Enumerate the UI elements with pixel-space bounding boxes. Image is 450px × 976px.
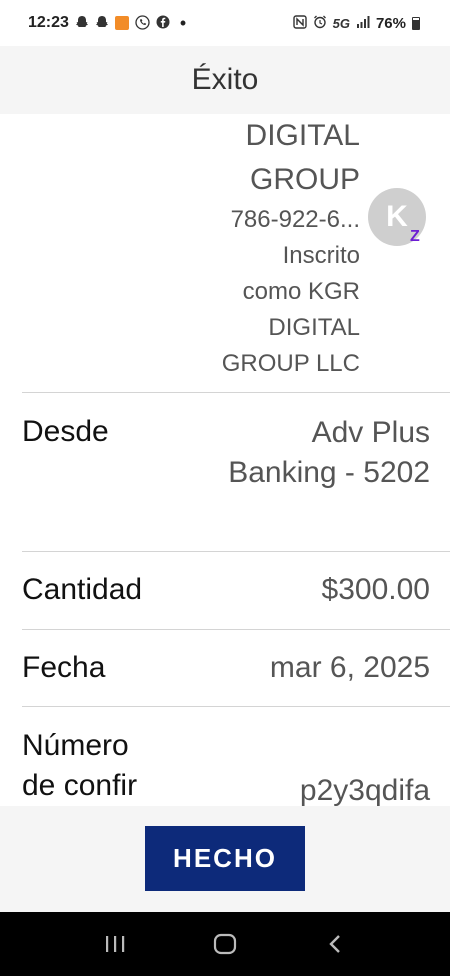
nfc-icon xyxy=(292,15,307,31)
payee-name-line: GROUP xyxy=(249,163,360,196)
navigation-bar xyxy=(0,912,450,976)
status-left: 12:23 • xyxy=(28,14,186,32)
snapchat-icon xyxy=(75,15,89,31)
divider xyxy=(22,392,450,393)
done-button[interactable]: HECHO xyxy=(145,826,305,891)
date-value: mar 6, 2025 xyxy=(269,651,430,684)
payee-enrolled-line: DIGITAL xyxy=(268,314,360,341)
payee-info: DIGITAL GROUP 786-922-6... Inscrito como… xyxy=(0,114,450,393)
divider xyxy=(22,706,450,707)
facebook-icon xyxy=(156,15,170,31)
date-label: Fecha xyxy=(22,651,106,684)
battery-percentage: 76% xyxy=(375,14,406,32)
payee-name-line: DIGITAL xyxy=(245,119,360,152)
from-label: Desde xyxy=(22,415,109,448)
recent-apps-button[interactable] xyxy=(90,919,140,969)
battery-icon xyxy=(412,16,420,30)
payee-phone: 786-922-6... xyxy=(230,206,360,233)
home-icon xyxy=(213,933,237,955)
more-notifications-dot-icon: • xyxy=(179,13,187,33)
transaction-details[interactable]: DIGITAL GROUP 786-922-6... Inscrito como… xyxy=(0,114,450,806)
back-icon xyxy=(329,935,340,953)
confirmation-label-line: Número xyxy=(22,729,129,762)
confirmation-label: Número de confir xyxy=(22,726,137,806)
payee-enrolled-line: como KGR xyxy=(242,278,360,305)
confirmation-label-line: de confir xyxy=(22,769,138,802)
alarm-icon xyxy=(313,15,327,31)
recent-apps-icon xyxy=(106,936,125,952)
confirmation-value: p2y3qdifa xyxy=(299,774,430,806)
app-notification-icon xyxy=(114,16,129,30)
divider xyxy=(22,629,450,630)
amount-value: $300.00 xyxy=(321,573,430,606)
zelle-badge-icon: Z xyxy=(410,228,420,245)
signal-icon xyxy=(356,16,370,30)
footer: HECHO xyxy=(0,806,450,912)
payee-enrolled-line: GROUP LLC xyxy=(221,350,360,377)
back-button[interactable] xyxy=(310,919,360,969)
page-title: Éxito xyxy=(191,63,259,96)
status-bar: 12:23 • 5G 76% xyxy=(0,0,450,46)
network-type-icon: 5G xyxy=(332,15,350,31)
amount-label: Cantidad xyxy=(22,573,143,606)
status-time: 12:23 xyxy=(28,14,69,31)
header: Éxito xyxy=(0,46,450,114)
from-value-line: Adv Plus xyxy=(311,416,430,449)
phone-call-icon xyxy=(135,14,150,32)
from-value-line: Banking - 5202 xyxy=(228,456,430,489)
home-button[interactable] xyxy=(200,919,250,969)
divider xyxy=(22,551,450,552)
payee-enrolled-line: Inscrito xyxy=(282,242,360,269)
snapchat-icon xyxy=(95,15,109,31)
from-value: Adv Plus Banking - 5202 xyxy=(228,413,430,493)
payee-text: DIGITAL GROUP 786-922-6... Inscrito como… xyxy=(120,114,360,382)
status-right: 5G 76% xyxy=(292,14,420,32)
